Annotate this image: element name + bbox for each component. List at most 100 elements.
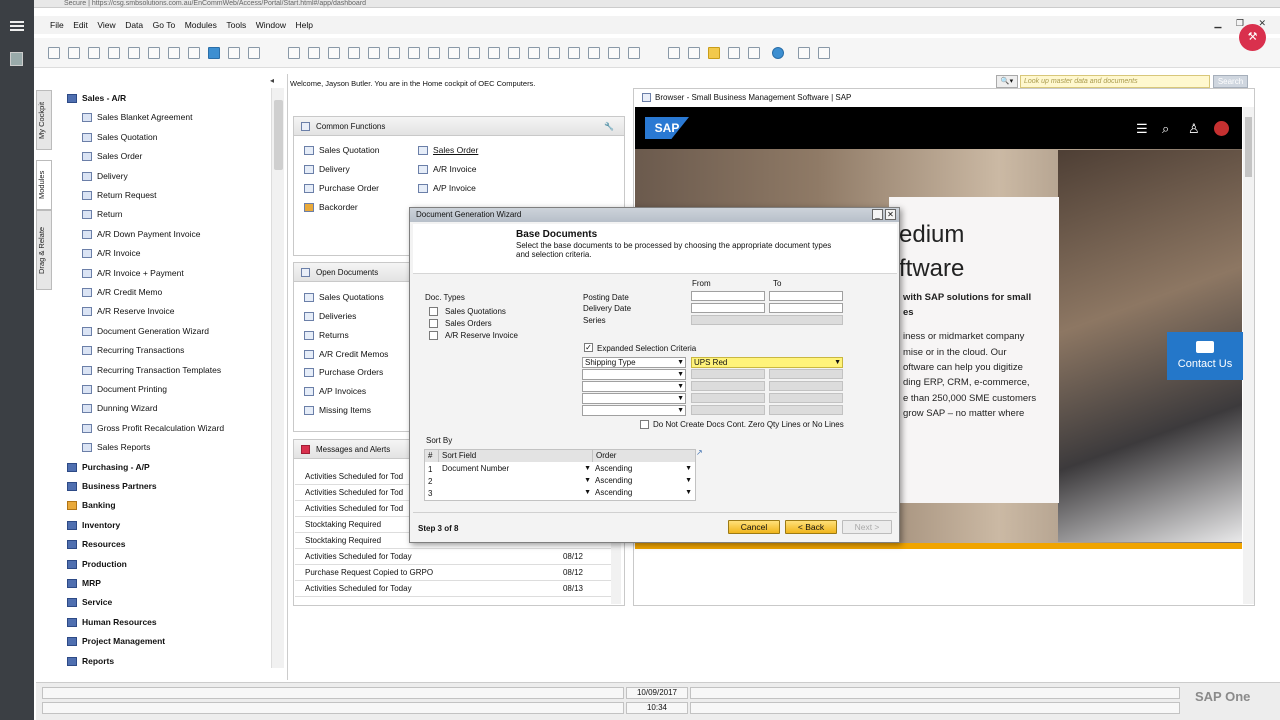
sort-order-dropdown[interactable]: Ascending ▼ xyxy=(593,488,693,499)
criteria-field-dropdown[interactable]: ▼ xyxy=(582,381,686,392)
search-scope-dropdown[interactable]: 🔍▾ xyxy=(996,75,1018,88)
link-ar-invoice[interactable]: A/R Invoice xyxy=(418,164,476,174)
module-reports[interactable]: Reports xyxy=(56,652,270,671)
criteria-from[interactable] xyxy=(691,369,765,379)
column-header[interactable]: Sort Field xyxy=(439,450,593,462)
menu-edit[interactable]: Edit xyxy=(73,16,88,34)
sidebar-item[interactable]: A/R Credit Memo xyxy=(56,283,270,302)
menu-modules[interactable]: Modules xyxy=(185,16,217,34)
approve-icon[interactable] xyxy=(568,47,580,59)
menu-tools[interactable]: Tools xyxy=(226,16,246,34)
criteria-value-dropdown[interactable]: UPS Red ▼ xyxy=(691,357,843,368)
sidebar-item[interactable]: Sales Blanket Agreement xyxy=(56,108,270,127)
last-record-icon[interactable] xyxy=(348,47,360,59)
criteria-to[interactable] xyxy=(769,393,843,403)
module-mrp[interactable]: MRP xyxy=(56,574,270,593)
related-icon[interactable] xyxy=(488,47,500,59)
scroll-thumb[interactable] xyxy=(274,100,283,170)
us-flag-icon[interactable] xyxy=(1214,121,1229,136)
delivery-date-from[interactable] xyxy=(691,303,765,313)
sidebar-item[interactable]: Document Printing xyxy=(56,380,270,399)
tab-drag-relate[interactable]: Drag & Relate xyxy=(36,210,52,290)
menu-help[interactable]: Help xyxy=(295,16,312,34)
link-open-ap-invoices[interactable]: A/P Invoices xyxy=(304,386,366,396)
menu-icon[interactable]: ☰ xyxy=(1136,121,1148,137)
criteria-field-dropdown[interactable]: Shipping Type ▼ xyxy=(582,357,686,368)
preview-icon[interactable] xyxy=(188,47,200,59)
module-resources[interactable]: Resources xyxy=(56,535,270,554)
browser-scrollbar[interactable] xyxy=(1243,107,1254,604)
sort-field-dropdown[interactable]: Document Number ▼ xyxy=(440,464,592,475)
menu-data[interactable]: Data xyxy=(125,16,143,34)
minimize-icon[interactable]: _ xyxy=(872,209,883,220)
sidebar-item[interactable]: A/R Invoice + Payment xyxy=(56,264,270,283)
module-inventory[interactable]: Inventory xyxy=(56,516,270,535)
ar-reserve-invoice-checkbox[interactable] xyxy=(429,331,438,340)
address-bar[interactable]: Secure | https://csg.smbsolutions.com.au… xyxy=(34,0,1280,8)
delivery-date-to[interactable] xyxy=(769,303,843,313)
menu-goto[interactable]: Go To xyxy=(153,16,176,34)
base-doc-icon[interactable] xyxy=(448,47,460,59)
next-button[interactable]: Next > xyxy=(842,520,892,534)
toolbox-icon[interactable]: ⚒ xyxy=(1239,24,1266,51)
new-doc-icon[interactable] xyxy=(48,47,60,59)
search-button[interactable]: Search xyxy=(1213,75,1248,88)
criteria-from[interactable] xyxy=(691,393,765,403)
first-record-icon[interactable] xyxy=(288,47,300,59)
module-purchasing[interactable]: Purchasing - A/P xyxy=(56,458,270,477)
sidebar-item[interactable]: Return xyxy=(56,205,270,224)
link-sales-quotation[interactable]: Sales Quotation xyxy=(304,145,379,155)
lock-icon[interactable] xyxy=(708,47,720,59)
criteria-from[interactable] xyxy=(691,405,765,415)
module-business-partners[interactable]: Business Partners xyxy=(56,477,270,496)
sidebar-item[interactable]: A/R Invoice xyxy=(56,244,270,263)
export-word-icon[interactable] xyxy=(168,47,180,59)
calendar-icon[interactable] xyxy=(628,47,640,59)
navigate-icon[interactable] xyxy=(208,47,220,59)
module-production[interactable]: Production xyxy=(56,555,270,574)
sidebar-item[interactable]: Gross Profit Recalculation Wizard xyxy=(56,419,270,438)
link-open-returns[interactable]: Returns xyxy=(304,330,349,340)
link-open-deliveries[interactable]: Deliveries xyxy=(304,311,356,321)
export-excel-icon[interactable] xyxy=(148,47,160,59)
sidebar-item[interactable]: A/R Down Payment Invoice xyxy=(56,225,270,244)
target-doc-icon[interactable] xyxy=(468,47,480,59)
expanded-criteria-checkbox[interactable]: ✓ xyxy=(584,343,593,352)
criteria-to[interactable] xyxy=(769,405,843,415)
wrench-icon[interactable]: 🔧 xyxy=(604,117,614,136)
email-icon[interactable] xyxy=(88,47,100,59)
print-icon[interactable] xyxy=(68,47,80,59)
sidebar-item[interactable]: Sales Reports xyxy=(56,438,270,457)
sort-order-dropdown[interactable]: Ascending ▼ xyxy=(593,476,693,487)
sidebar-item[interactable]: Recurring Transactions xyxy=(56,341,270,360)
hamburger-menu-icon[interactable] xyxy=(10,21,24,31)
cancel-button[interactable]: Cancel xyxy=(728,520,780,534)
no-zero-qty-checkbox[interactable] xyxy=(640,420,649,429)
sidebar-item[interactable]: Sales Quotation xyxy=(56,128,270,147)
back-button[interactable]: < Back xyxy=(785,520,837,534)
app-window-icon[interactable] xyxy=(10,52,23,66)
sidebar-item[interactable]: A/R Reserve Invoice xyxy=(56,302,270,321)
sidebar-item[interactable]: Recurring Transaction Templates xyxy=(56,361,270,380)
link-open-purchase-orders[interactable]: Purchase Orders xyxy=(304,367,383,377)
dialog-titlebar[interactable]: Document Generation Wizard _ ✕ xyxy=(410,208,899,222)
posting-date-to[interactable] xyxy=(769,291,843,301)
layout-icon[interactable] xyxy=(428,47,440,59)
menu-file[interactable]: File xyxy=(50,16,64,34)
posting-date-from[interactable] xyxy=(691,291,765,301)
sidebar-item[interactable]: Sales Order xyxy=(56,147,270,166)
prev-record-icon[interactable] xyxy=(308,47,320,59)
users-icon[interactable] xyxy=(728,47,740,59)
refresh-icon[interactable] xyxy=(368,47,380,59)
search-input[interactable]: Look up master data and documents xyxy=(1020,75,1210,88)
collapse-arrow-icon[interactable]: ◂ xyxy=(270,76,274,85)
messages-icon[interactable] xyxy=(588,47,600,59)
close-icon[interactable]: ✕ xyxy=(885,209,896,220)
calculator-icon[interactable] xyxy=(798,47,810,59)
message-row[interactable]: Activities Scheduled for Today 08/12 xyxy=(295,549,613,565)
message-row[interactable]: Activities Scheduled for Today 08/13 xyxy=(295,581,613,597)
sort-order-dropdown[interactable]: Ascending ▼ xyxy=(593,464,693,475)
link-open-credit-memos[interactable]: A/R Credit Memos xyxy=(304,349,388,359)
expand-table-icon[interactable]: ↗ xyxy=(696,448,703,457)
sms-icon[interactable] xyxy=(108,47,120,59)
